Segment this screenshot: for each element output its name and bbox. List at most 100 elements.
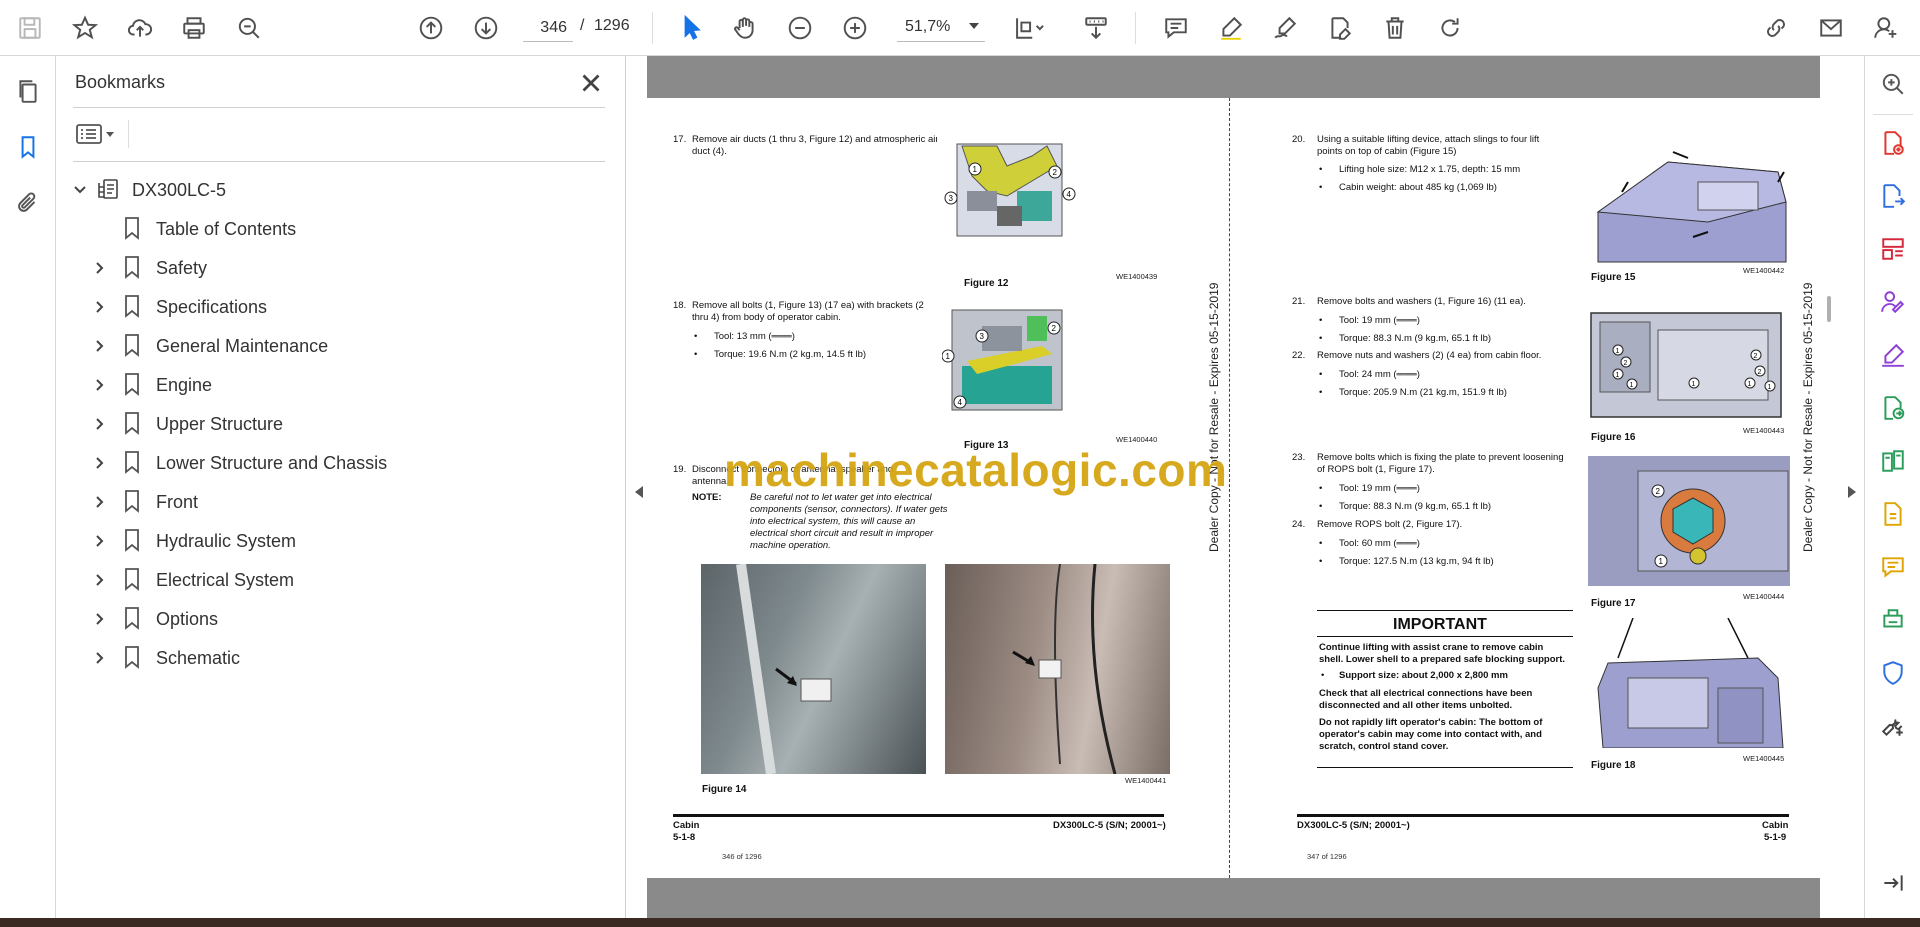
bookmarks-icon[interactable] <box>10 129 46 165</box>
zoom-level-select[interactable]: 51,7% <box>897 14 985 42</box>
rotate-icon[interactable] <box>1432 10 1468 46</box>
svg-text:1: 1 <box>1659 557 1664 566</box>
zoom-in-icon[interactable] <box>837 10 873 46</box>
bookmark-icon <box>122 372 146 398</box>
bookmark-options-button[interactable] <box>76 119 122 149</box>
figure-caption: Figure 16 <box>1591 432 1636 443</box>
bookmark-item[interactable]: Options <box>88 603 218 635</box>
figure-13-image: 3 2 1 4 <box>942 306 1072 416</box>
hand-tool-icon[interactable] <box>727 10 763 46</box>
chevron-right-icon[interactable] <box>88 373 112 397</box>
upload-cloud-icon[interactable] <box>122 10 158 46</box>
export-pdf-icon[interactable] <box>1876 179 1910 213</box>
select-cursor-icon[interactable] <box>673 10 709 46</box>
important-text: disconnected and all other items unbolte… <box>1319 700 1513 711</box>
zoom-out-icon[interactable] <box>782 10 818 46</box>
bookmark-item[interactable]: Schematic <box>88 642 240 674</box>
torque-spec: Torque: 88.3 N.m (9 kg.m, 65.1 ft lb) <box>1339 501 1492 512</box>
note-text: electrical short circuit and result in i… <box>750 528 934 539</box>
figure-12-image: 1 2 3 4 <box>937 136 1077 244</box>
next-page-icon[interactable] <box>468 10 504 46</box>
tool-spec: Tool: 19 mm (═══) <box>1339 315 1420 326</box>
zoom-tool-icon[interactable] <box>1876 67 1910 101</box>
highlight-pen-icon[interactable] <box>1213 10 1249 46</box>
document-viewport[interactable]: 17. Remove air ducts (1 thru 3, Figure 1… <box>626 56 1864 918</box>
bookmark-label: Safety <box>156 257 208 278</box>
figure-code: WE1400444 <box>1743 592 1785 601</box>
bookmark-item[interactable]: Safety <box>88 252 207 284</box>
bookmark-item[interactable]: Engine <box>88 369 212 401</box>
step-text: thru 4) from body of operator cabin. <box>692 312 841 323</box>
more-tools-icon[interactable] <box>1876 709 1910 743</box>
expand-panel-icon[interactable] <box>1876 866 1910 900</box>
draw-signature-icon[interactable] <box>1267 10 1303 46</box>
chevron-right-icon[interactable] <box>88 646 112 670</box>
important-text: Continue lifting with assist crane to re… <box>1319 642 1544 653</box>
fill-sign-icon[interactable] <box>1876 338 1910 372</box>
protect-file-icon[interactable] <box>1876 497 1910 531</box>
email-icon[interactable] <box>1813 10 1849 46</box>
compare-files-icon[interactable] <box>1876 444 1910 478</box>
chevron-down-icon[interactable] <box>68 178 92 202</box>
panel-divider <box>73 161 605 162</box>
scrollbar-thumb[interactable] <box>1827 296 1831 322</box>
close-panel-button[interactable] <box>576 68 606 98</box>
user-add-icon[interactable] <box>1868 10 1904 46</box>
chevron-right-icon[interactable] <box>88 529 112 553</box>
collapse-left-panel-arrow-icon[interactable] <box>635 486 643 498</box>
attachments-icon[interactable] <box>10 185 46 221</box>
star-icon[interactable] <box>67 10 103 46</box>
chevron-right-icon[interactable] <box>88 256 112 280</box>
footer-model: DX300LC-5 (S/N; 20001~) <box>1053 820 1166 831</box>
page-thumbnails-icon[interactable] <box>10 73 46 109</box>
document-tree-icon <box>96 177 122 203</box>
delete-icon[interactable] <box>1377 10 1413 46</box>
edit-text-icon[interactable] <box>1322 10 1358 46</box>
chevron-right-icon[interactable] <box>88 451 112 475</box>
print-icon[interactable] <box>176 10 212 46</box>
previous-page-icon[interactable] <box>413 10 449 46</box>
send-for-review-icon[interactable] <box>1876 391 1910 425</box>
request-signature-icon[interactable] <box>1876 285 1910 319</box>
step-number: 21. <box>1292 296 1306 307</box>
organize-pages-icon[interactable] <box>1876 232 1910 266</box>
share-link-icon[interactable] <box>1758 10 1794 46</box>
chevron-right-icon[interactable] <box>88 607 112 631</box>
bookmark-item[interactable]: Hydraulic System <box>88 525 296 557</box>
step-text: of ROPS bolt (1, Figure 17). <box>1317 464 1435 475</box>
important-rule <box>1317 636 1573 637</box>
scroll-mode-icon[interactable] <box>1078 10 1114 46</box>
figure-code: WE1400442 <box>1743 266 1785 275</box>
bookmark-item[interactable]: General Maintenance <box>88 330 328 362</box>
svg-text:3: 3 <box>949 194 954 203</box>
comment-icon[interactable] <box>1158 10 1194 46</box>
important-text: operator's cabin may come into contact w… <box>1319 729 1542 740</box>
comment-tool-icon[interactable] <box>1876 550 1910 584</box>
top-toolbar: / 1296 51,7% <box>0 0 1920 56</box>
bookmark-root[interactable]: DX300LC-5 <box>68 174 226 206</box>
collapse-right-panel-arrow-icon[interactable] <box>1848 486 1856 498</box>
scan-ocr-icon[interactable] <box>1876 603 1910 637</box>
bookmark-item[interactable]: Upper Structure <box>88 408 283 440</box>
protect-shield-icon[interactable] <box>1876 656 1910 690</box>
bookmark-icon <box>122 489 146 515</box>
search-zoom-icon[interactable] <box>231 10 267 46</box>
svg-text:1: 1 <box>1630 382 1634 389</box>
bookmark-item[interactable]: Table of Contents <box>88 213 296 245</box>
chevron-right-icon[interactable] <box>88 334 112 358</box>
bookmark-item[interactable]: Specifications <box>88 291 267 323</box>
save-icon[interactable] <box>12 10 48 46</box>
chevron-right-icon[interactable] <box>88 568 112 592</box>
bookmark-label: Hydraulic System <box>156 530 297 551</box>
chevron-right-icon[interactable] <box>88 295 112 319</box>
bookmark-item[interactable]: Lower Structure and Chassis <box>88 447 387 479</box>
chevron-right-icon[interactable] <box>88 412 112 436</box>
close-icon <box>582 74 600 92</box>
bookmark-label: Engine <box>156 374 213 395</box>
page-number-input[interactable] <box>523 14 573 42</box>
page-fit-icon[interactable] <box>1005 10 1053 46</box>
bookmark-item[interactable]: Front <box>88 486 198 518</box>
bookmark-item[interactable]: Electrical System <box>88 564 294 596</box>
create-pdf-icon[interactable] <box>1876 126 1910 160</box>
chevron-right-icon[interactable] <box>88 490 112 514</box>
